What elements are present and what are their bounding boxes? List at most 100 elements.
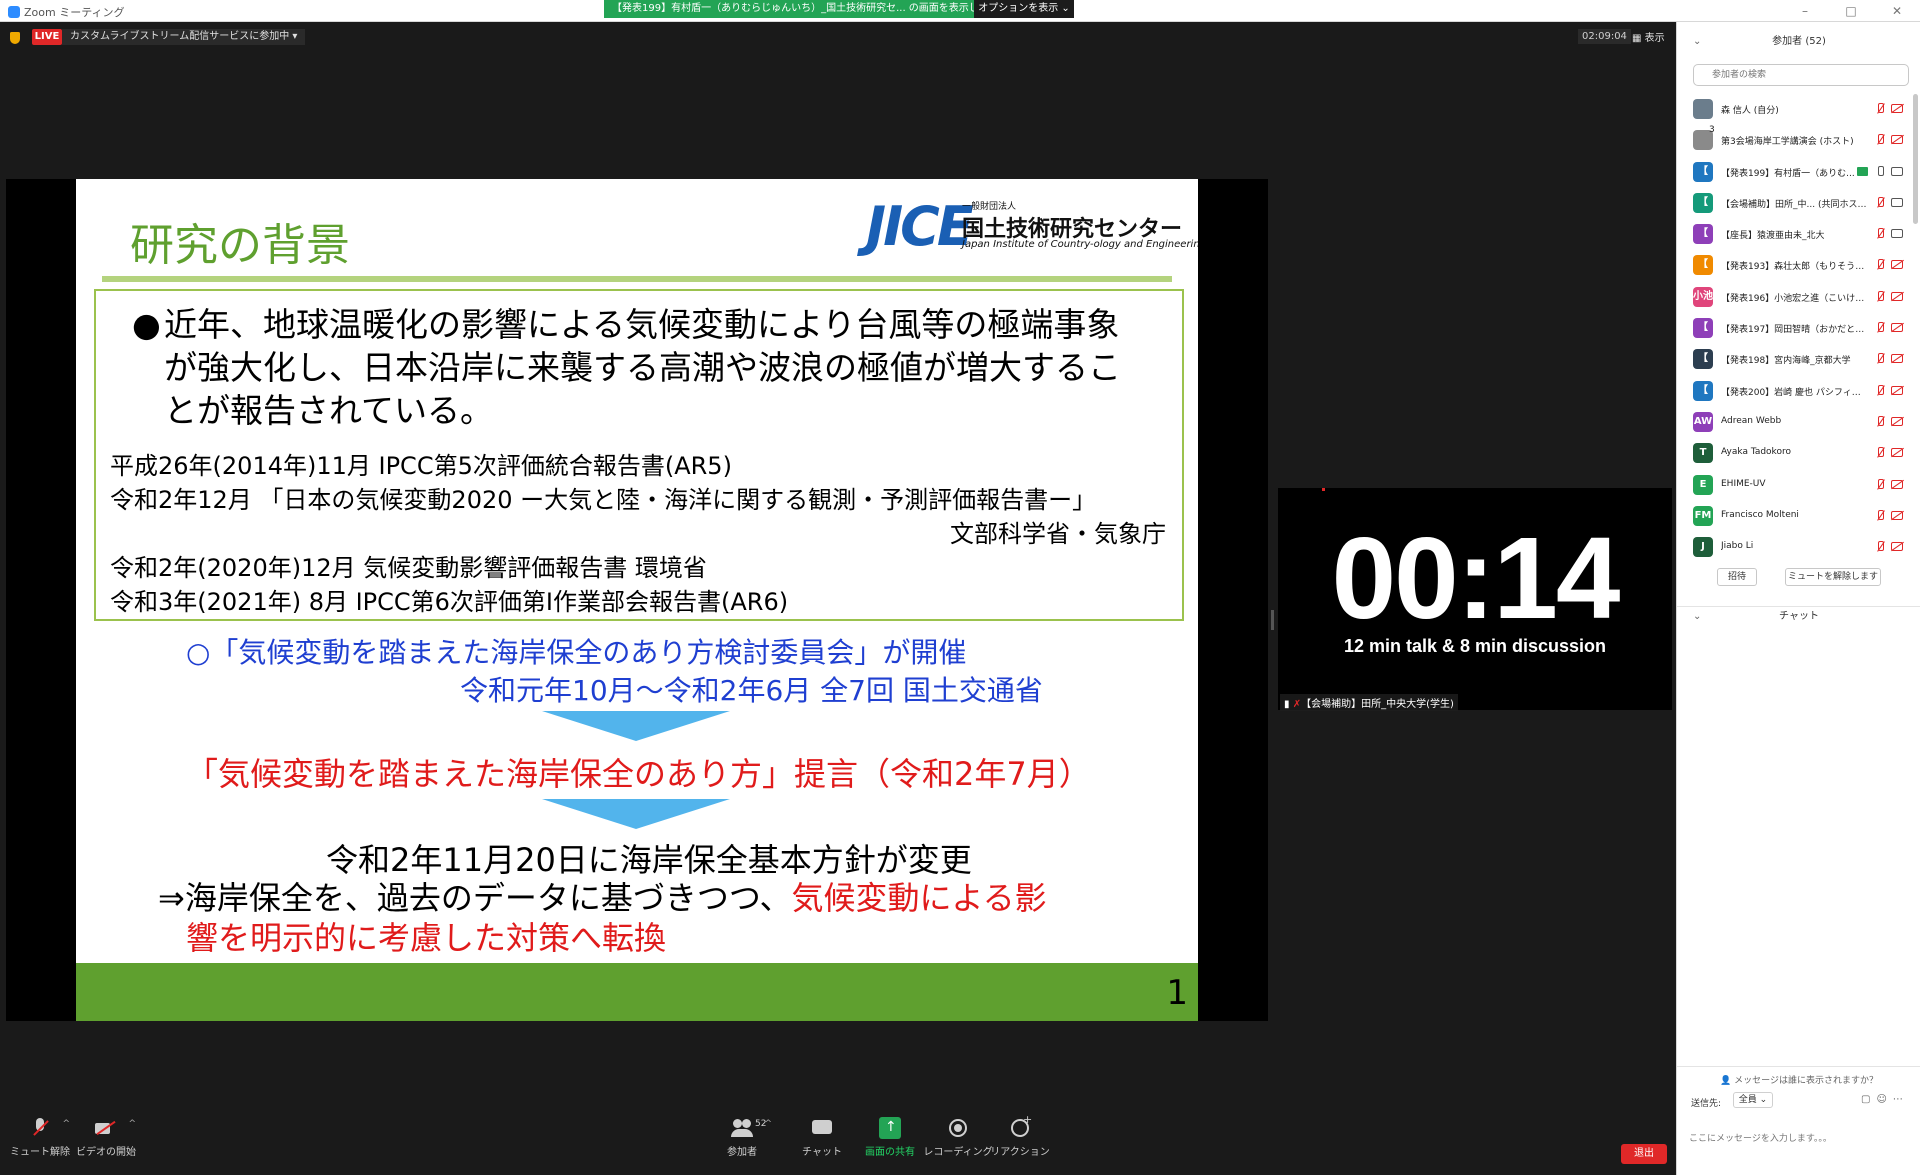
collapse-chevron-icon[interactable]: ⌄ — [1693, 607, 1701, 627]
bullet-point: ● 近年、地球温暖化の影響による気候変動により台風等の極端事象が強大化し、日本沿… — [132, 303, 1142, 432]
muted-mic-icon — [1875, 196, 1885, 209]
speaker-video-tile[interactable]: 00:14 12 min talk & 8 min discussion ▮ ✗… — [1278, 488, 1672, 711]
unmute-request-button[interactable]: ミュートを解除します — [1785, 568, 1881, 586]
file-icon[interactable]: ▢ — [1861, 1094, 1876, 1105]
sharing-screen-icon — [1857, 166, 1868, 176]
message-visibility-link[interactable]: 👤 メッセージは誰に表示されますか？ — [1677, 1066, 1920, 1086]
emoji-icon[interactable]: ☺ — [1876, 1094, 1892, 1105]
meeting-top-strip: LIVE カスタムライブストリーム配信サービスに参加中 ▾ 02:09:04 ▦… — [0, 22, 1676, 52]
split-resize-handle[interactable] — [1271, 610, 1274, 630]
participant-name: 第3会場海岸工学講演会 (ホスト) — [1721, 137, 1854, 148]
window-controls: – □ ✕ — [1782, 0, 1920, 22]
slide-footer: 1 — [76, 963, 1198, 1021]
mic-icon — [1875, 165, 1885, 178]
record-icon — [947, 1117, 969, 1139]
participant-row[interactable]: E EHIME-UV — [1677, 470, 1913, 501]
send-to-label: 送信先: — [1691, 1099, 1722, 1109]
participants-panel: ⌄ 参加者 (52) 森 信人 (自分)3第3会場海岸工学講演会 (ホスト)【【… — [1676, 22, 1920, 1175]
participant-row[interactable]: 【【発表200】岩崎 慶也 パシフィック... — [1677, 376, 1913, 407]
participant-row[interactable]: J Jiabo Li — [1677, 532, 1913, 563]
reactions-button[interactable]: リアクション — [980, 1113, 1060, 1158]
bullet-dot: ● — [132, 305, 161, 344]
logo-letters: JICE — [866, 195, 974, 258]
chat-message-input[interactable] — [1689, 1114, 1909, 1164]
chat-label: チャット — [802, 1147, 842, 1158]
participants-label: 参加者 — [727, 1147, 757, 1158]
close-icon[interactable]: ✕ — [1874, 0, 1920, 22]
minimize-icon[interactable]: – — [1782, 0, 1828, 22]
committee-line: ○「気候変動を踏まえた海岸保全のあり方検討委員会」が開催 — [186, 636, 967, 669]
meeting-area: LIVE カスタムライブストリーム配信サービスに参加中 ▾ 02:09:04 ▦… — [0, 22, 1676, 1175]
unmute-label: ミュート解除 — [10, 1147, 70, 1158]
signal-icon: ▮ — [1284, 699, 1293, 710]
participant-avatar: 【 — [1693, 349, 1713, 370]
participant-avatar: FM — [1693, 505, 1713, 526]
participant-row[interactable]: 【【座長】猿渡亜由未_北大 — [1677, 219, 1913, 250]
participant-name: 森 信人 (自分) — [1721, 106, 1779, 116]
window-title: Zoom ミーティング — [24, 6, 125, 19]
conclusion-text: ⇒海岸保全を、過去のデータに基づきつつ、 — [158, 879, 792, 917]
logo-english-name: Japan Institute of Country-ology and Eng… — [962, 239, 1198, 250]
view-grid-icon: ▦ — [1632, 33, 1645, 44]
reference-item: 令和2年12月 「日本の気候変動2020 ー大気と陸・海洋に関する観測・予測評価… — [110, 486, 1097, 514]
participants-options-caret[interactable]: ^ — [764, 1119, 772, 1129]
participant-name: EHIME-UV — [1721, 478, 1766, 489]
participants-title: 参加者 (52) — [1772, 36, 1826, 47]
muted-mic-icon — [1875, 228, 1885, 240]
start-video-button[interactable]: ^ ビデオの開始 — [66, 1117, 146, 1158]
participant-row[interactable]: 【【発表197】岡田智晴（おかだとも... — [1677, 313, 1913, 344]
send-to-select[interactable]: 全員 ⌄ — [1733, 1092, 1773, 1108]
chat-icon — [811, 1117, 833, 1139]
participant-name: 【発表200】岩崎 慶也 パシフィック... — [1721, 387, 1867, 398]
participant-row[interactable]: AW Adrean Webb — [1677, 407, 1913, 438]
participant-row[interactable]: 3 第3会場海岸工学講演会 (ホスト) — [1677, 125, 1913, 156]
participant-list-scrollbar[interactable] — [1913, 94, 1918, 224]
participant-row[interactable]: 【【発表198】宮内海峰_京都大学 — [1677, 344, 1913, 375]
camera-off-icon — [1891, 104, 1903, 113]
invite-button[interactable]: 招待 — [1717, 568, 1757, 586]
camera-off-icon — [1891, 479, 1903, 489]
muted-mic-icon — [1875, 290, 1885, 303]
maximize-icon[interactable]: □ — [1828, 0, 1874, 22]
participant-row[interactable]: T Ayaka Tadokoro — [1677, 438, 1913, 469]
participant-name: 【座長】猿渡亜由未_北大 — [1721, 231, 1825, 242]
view-options-button[interactable]: オプションを表示 ⌄ — [974, 0, 1074, 18]
participant-row[interactable]: 小池 【発表196】小池宏之進（こいけひ... — [1677, 282, 1913, 313]
participants-button[interactable]: 52 ^ 参加者 — [702, 1117, 782, 1158]
camera-off-icon — [1891, 323, 1903, 333]
muted-mic-icon — [1875, 322, 1885, 334]
video-options-caret[interactable]: ^ — [128, 1119, 136, 1129]
participant-avatar: 【 — [1693, 161, 1713, 182]
live-stream-status[interactable]: カスタムライブストリーム配信サービスに参加中 ▾ — [62, 29, 306, 45]
leave-button[interactable]: 退出 — [1621, 1144, 1667, 1164]
down-arrow-shape — [542, 711, 730, 741]
camera-off-icon — [1891, 510, 1903, 520]
participant-actions: 招待 ミュートを解除します — [1677, 568, 1920, 590]
committee-dates: 令和元年10月～令和2年6月 全7回 国土交通省 — [460, 674, 1043, 707]
participant-row[interactable]: 【【会場補助】田所_中... (共同ホスト) — [1677, 188, 1913, 219]
screen-share-banner: 【発表199】有村盾一（ありむらじゅんいち）_国土技術研究セ... の画面を表示… — [604, 0, 974, 18]
participant-row[interactable]: FM Francisco Molteni — [1677, 501, 1913, 532]
participant-row[interactable]: 【【発表193】森壮太郎（もりそうたろ... — [1677, 250, 1913, 281]
view-button[interactable]: ▦ 表示 — [1632, 29, 1665, 44]
countdown-timer: 00:14 — [1331, 513, 1621, 643]
participant-row[interactable]: 森 信人 (自分) — [1677, 94, 1913, 125]
background-box: ● 近年、地球温暖化の影響による気候変動により台風等の極端事象が強大化し、日本沿… — [94, 289, 1184, 621]
camera-off-icon — [1891, 354, 1903, 364]
more-icon[interactable]: ⋯ — [1893, 1094, 1909, 1105]
participant-name: Ayaka Tadokoro — [1721, 447, 1791, 458]
participant-name: 【発表193】森壮太郎（もりそうたろ... — [1721, 262, 1867, 273]
video-off-icon — [95, 1117, 117, 1139]
video-name-text: 【会場補助】田所_中央大学(学生) — [1301, 699, 1454, 710]
security-shield-icon[interactable] — [10, 32, 20, 44]
participant-row[interactable]: 【【発表199】有村盾一（ありむ... — [1677, 157, 1913, 188]
muted-mic-icon — [1875, 509, 1885, 522]
collapse-chevron-icon[interactable]: ⌄ — [1693, 30, 1701, 54]
muted-mic-icon — [1875, 447, 1885, 459]
participant-search-input[interactable] — [1693, 64, 1909, 86]
participant-avatar: J — [1693, 537, 1713, 558]
muted-mic-icon — [1875, 478, 1885, 491]
meeting-elapsed-time: 02:09:04 — [1578, 29, 1631, 44]
proposal-line: 「気候変動を踏まえた海岸保全のあり方」提言（令和2年7月） — [186, 755, 1091, 793]
camera-off-icon — [1891, 385, 1903, 395]
